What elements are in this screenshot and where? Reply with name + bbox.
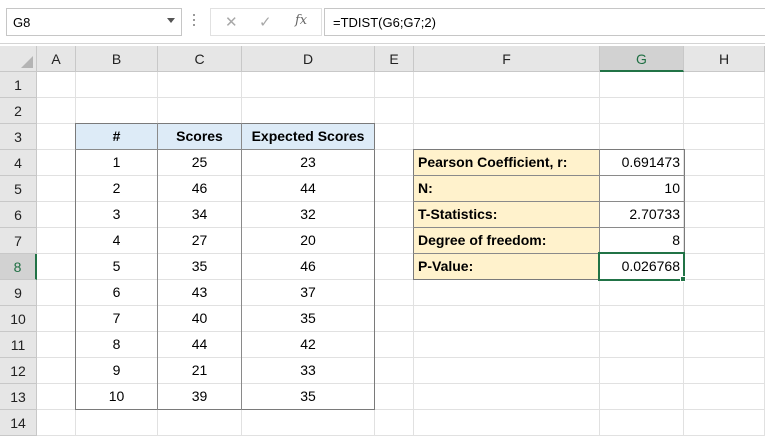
table-cell[interactable]: 23 xyxy=(242,150,374,176)
table-cell[interactable]: 40 xyxy=(158,306,241,332)
name-box[interactable]: G8 xyxy=(6,8,182,36)
row-header-7[interactable]: 7 xyxy=(0,228,37,254)
row-header-5[interactable]: 5 xyxy=(0,176,37,202)
column-header-b[interactable]: B xyxy=(76,46,158,72)
column-header-c[interactable]: C xyxy=(158,46,242,72)
formula-bar: G8 ✕ ✓ fx =TDIST(G6;G7;2) xyxy=(0,0,765,44)
row-header-4[interactable]: 4 xyxy=(0,150,37,176)
table-cell[interactable]: 8 xyxy=(76,332,157,358)
row-header-14[interactable]: 14 xyxy=(0,410,37,436)
enter-icon[interactable]: ✓ xyxy=(259,13,272,31)
cancel-icon[interactable]: ✕ xyxy=(225,13,238,31)
table-header-index[interactable]: # xyxy=(76,124,157,150)
row-header-3[interactable]: 3 xyxy=(0,124,37,150)
table-cell[interactable]: 7 xyxy=(76,306,157,332)
column-header-f[interactable]: F xyxy=(414,46,600,72)
row-header-9[interactable]: 9 xyxy=(0,280,37,306)
gridline xyxy=(37,97,765,98)
row-header-2[interactable]: 2 xyxy=(0,98,37,124)
table-cell[interactable]: 27 xyxy=(158,228,241,254)
formula-actions: ✕ ✓ fx xyxy=(210,8,322,36)
table-cell[interactable]: 2 xyxy=(76,176,157,202)
stats-label-pearson[interactable]: Pearson Coefficient, r: xyxy=(414,150,599,176)
table-cell[interactable]: 33 xyxy=(242,358,374,384)
formula-text: =TDIST(G6;G7;2) xyxy=(333,15,436,30)
selected-cell-outline xyxy=(598,252,685,281)
select-all-icon xyxy=(21,56,33,68)
chevron-down-icon[interactable] xyxy=(167,18,175,23)
spreadsheet-grid[interactable]: A B C D E F G H 1 2 3 4 5 6 7 8 9 10 11 … xyxy=(0,46,765,436)
insert-function-icon[interactable]: fx xyxy=(295,13,307,28)
row-header-13[interactable]: 13 xyxy=(0,384,37,410)
row-header-6[interactable]: 6 xyxy=(0,202,37,228)
formula-input[interactable]: =TDIST(G6;G7;2) xyxy=(324,8,765,36)
table-cell[interactable]: 20 xyxy=(242,228,374,254)
table-cell[interactable]: 35 xyxy=(242,306,374,332)
table-cell[interactable]: 37 xyxy=(242,280,374,306)
stats-label-degree-of-freedom[interactable]: Degree of freedom: xyxy=(414,228,599,254)
table-cell[interactable]: 39 xyxy=(158,384,241,410)
table-cell[interactable]: 4 xyxy=(76,228,157,254)
table-cell[interactable]: 25 xyxy=(158,150,241,176)
table-header-expected-scores[interactable]: Expected Scores xyxy=(242,124,374,150)
table-cell[interactable]: 21 xyxy=(158,358,241,384)
stats-label-n[interactable]: N: xyxy=(414,176,599,202)
column-header-a[interactable]: A xyxy=(37,46,76,72)
table-header-scores[interactable]: Scores xyxy=(158,124,241,150)
table-cell[interactable]: 46 xyxy=(242,254,374,280)
table-cell[interactable]: 35 xyxy=(242,384,374,410)
column-header-e[interactable]: E xyxy=(375,46,414,72)
table-cell[interactable]: 3 xyxy=(76,202,157,228)
stats-label-p-value[interactable]: P-Value: xyxy=(414,254,599,280)
table-cell[interactable]: 5 xyxy=(76,254,157,280)
table-cell[interactable]: 46 xyxy=(158,176,241,202)
row-header-12[interactable]: 12 xyxy=(0,358,37,384)
select-all-button[interactable] xyxy=(0,46,37,72)
row-header-11[interactable]: 11 xyxy=(0,332,37,358)
row-header-8[interactable]: 8 xyxy=(0,254,37,280)
table-cell[interactable]: 35 xyxy=(158,254,241,280)
stats-value-t-statistics[interactable]: 2.70733 xyxy=(600,202,684,228)
table-cell[interactable]: 42 xyxy=(242,332,374,358)
column-header-g[interactable]: G xyxy=(600,46,684,72)
table-cell[interactable]: 44 xyxy=(242,176,374,202)
name-box-value: G8 xyxy=(13,15,31,30)
table-cell[interactable]: 34 xyxy=(158,202,241,228)
fill-handle[interactable] xyxy=(680,276,686,282)
stats-value-pearson[interactable]: 0.691473 xyxy=(600,150,684,176)
table-cell[interactable]: 44 xyxy=(158,332,241,358)
row-header-10[interactable]: 10 xyxy=(0,306,37,332)
row-header-1[interactable]: 1 xyxy=(0,72,37,98)
stats-value-degree-of-freedom[interactable]: 8 xyxy=(600,228,684,254)
table-cell[interactable]: 1 xyxy=(76,150,157,176)
table-cell[interactable]: 32 xyxy=(242,202,374,228)
table-cell[interactable]: 9 xyxy=(76,358,157,384)
table-cell[interactable]: 10 xyxy=(76,384,157,410)
column-header-d[interactable]: D xyxy=(242,46,375,72)
table-cell[interactable]: 6 xyxy=(76,280,157,306)
column-header-h[interactable]: H xyxy=(684,46,765,72)
drag-handle-icon[interactable] xyxy=(192,11,196,33)
table-cell[interactable]: 43 xyxy=(158,280,241,306)
stats-label-t-statistics[interactable]: T-Statistics: xyxy=(414,202,599,228)
stats-value-n[interactable]: 10 xyxy=(600,176,684,202)
